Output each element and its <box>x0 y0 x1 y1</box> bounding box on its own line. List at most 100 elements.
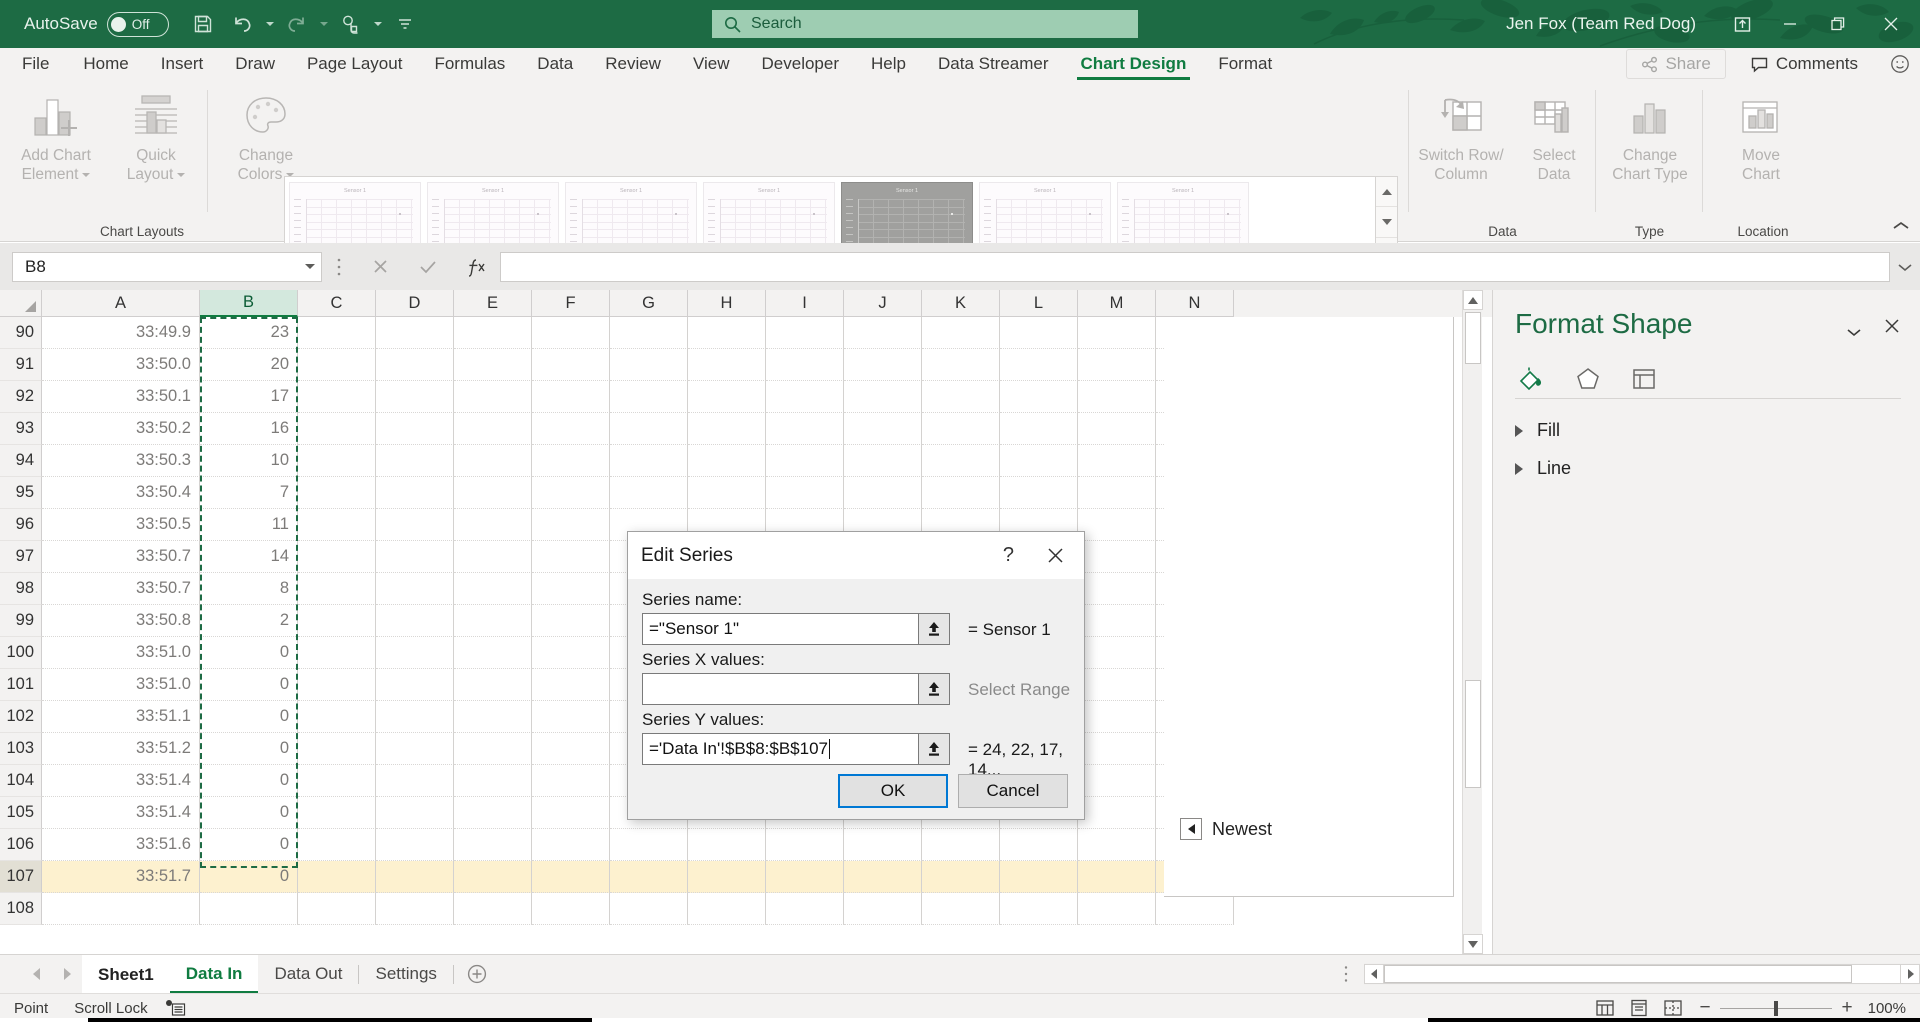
cell-H92[interactable] <box>688 381 766 413</box>
cell-G106[interactable] <box>610 829 688 861</box>
cell-C100[interactable] <box>298 637 376 669</box>
column-header-h[interactable]: H <box>688 290 766 317</box>
cell-E94[interactable] <box>454 445 532 477</box>
cell-L91[interactable] <box>1000 349 1078 381</box>
cell-J106[interactable] <box>844 829 922 861</box>
row-header-97[interactable]: 97 <box>0 541 42 573</box>
cell-C97[interactable] <box>298 541 376 573</box>
cell-A99[interactable]: 33:50.8 <box>42 605 200 637</box>
tab-developer[interactable]: Developer <box>746 48 856 80</box>
tab-view[interactable]: View <box>677 48 746 80</box>
tab-insert[interactable]: Insert <box>145 48 220 80</box>
cell-E96[interactable] <box>454 509 532 541</box>
cell-E92[interactable] <box>454 381 532 413</box>
cell-D98[interactable] <box>376 573 454 605</box>
cell-M107[interactable] <box>1078 861 1156 893</box>
cell-E103[interactable] <box>454 733 532 765</box>
series-y-input[interactable]: ='Data In'!$B$8:$B$107 <box>642 733 942 765</box>
grid-vertical-scrollbar[interactable] <box>1462 290 1483 954</box>
cell-E106[interactable] <box>454 829 532 861</box>
column-header-a[interactable]: A <box>42 290 200 317</box>
cell-F108[interactable] <box>532 893 610 925</box>
cell-H90[interactable] <box>688 317 766 349</box>
row-header-106[interactable]: 106 <box>0 829 42 861</box>
column-header-b[interactable]: B <box>200 290 298 317</box>
cell-C96[interactable] <box>298 509 376 541</box>
zoom-level-label[interactable]: 100% <box>1862 1000 1920 1017</box>
cell-A102[interactable]: 33:51.1 <box>42 701 200 733</box>
cell-M99[interactable] <box>1078 605 1156 637</box>
cell-M96[interactable] <box>1078 509 1156 541</box>
cell-B106[interactable]: 0 <box>200 829 298 861</box>
cell-M92[interactable] <box>1078 381 1156 413</box>
cell-G91[interactable] <box>610 349 688 381</box>
row-header-92[interactable]: 92 <box>0 381 42 413</box>
cell-F105[interactable] <box>532 797 610 829</box>
name-box-dropdown-icon[interactable] <box>305 264 315 269</box>
cell-D101[interactable] <box>376 669 454 701</box>
cell-L106[interactable] <box>1000 829 1078 861</box>
row-header-105[interactable]: 105 <box>0 797 42 829</box>
cell-C105[interactable] <box>298 797 376 829</box>
search-input[interactable]: Search <box>712 10 1138 38</box>
prev-sheet-icon[interactable] <box>22 955 52 994</box>
h-scroll-thumb[interactable] <box>1384 965 1852 983</box>
cell-D108[interactable] <box>376 893 454 925</box>
column-header-j[interactable]: J <box>844 290 922 317</box>
gallery-scroll-up-icon[interactable] <box>1376 177 1397 206</box>
cell-B108[interactable] <box>200 893 298 925</box>
row-header-91[interactable]: 91 <box>0 349 42 381</box>
cell-M91[interactable] <box>1078 349 1156 381</box>
sheet-bar-handle[interactable] <box>1328 965 1364 983</box>
row-header-98[interactable]: 98 <box>0 573 42 605</box>
cell-F102[interactable] <box>532 701 610 733</box>
cell-A90[interactable]: 33:49.9 <box>42 317 200 349</box>
cell-M95[interactable] <box>1078 477 1156 509</box>
cell-J108[interactable] <box>844 893 922 925</box>
cell-A103[interactable]: 33:51.2 <box>42 733 200 765</box>
tab-help[interactable]: Help <box>855 48 922 80</box>
cell-M104[interactable] <box>1078 765 1156 797</box>
scroll-thumb[interactable] <box>1465 312 1481 364</box>
cell-A106[interactable]: 33:51.6 <box>42 829 200 861</box>
chart-object[interactable] <box>1164 317 1454 897</box>
cell-K91[interactable] <box>922 349 1000 381</box>
cell-F97[interactable] <box>532 541 610 573</box>
cell-E102[interactable] <box>454 701 532 733</box>
tab-format[interactable]: Format <box>1202 48 1288 80</box>
cell-I91[interactable] <box>766 349 844 381</box>
dialog-close-button[interactable] <box>1045 545 1066 566</box>
cell-B97[interactable]: 14 <box>200 541 298 573</box>
cell-K95[interactable] <box>922 477 1000 509</box>
row-header-99[interactable]: 99 <box>0 605 42 637</box>
cell-D104[interactable] <box>376 765 454 797</box>
tab-home[interactable]: Home <box>67 48 144 80</box>
cell-E99[interactable] <box>454 605 532 637</box>
name-box[interactable]: B8 <box>12 251 322 282</box>
record-macro-icon[interactable] <box>164 999 186 1017</box>
column-header-e[interactable]: E <box>454 290 532 317</box>
comments-button[interactable]: Comments <box>1736 49 1872 79</box>
cell-A107[interactable]: 33:51.7 <box>42 861 200 893</box>
cell-E101[interactable] <box>454 669 532 701</box>
row-header-108[interactable]: 108 <box>0 893 42 925</box>
series-name-collapse-button[interactable] <box>918 613 950 645</box>
cell-B93[interactable]: 16 <box>200 413 298 445</box>
zoom-slider-handle[interactable] <box>1774 1000 1778 1016</box>
series-name-input[interactable]: ="Sensor 1" <box>642 613 942 645</box>
redo-icon[interactable] <box>277 4 317 44</box>
cell-F90[interactable] <box>532 317 610 349</box>
cell-K92[interactable] <box>922 381 1000 413</box>
expand-formula-bar-icon[interactable] <box>1890 262 1920 272</box>
insert-function-icon[interactable] <box>452 252 500 282</box>
tab-review[interactable]: Review <box>589 48 677 80</box>
column-header-k[interactable]: K <box>922 290 1000 317</box>
cell-D90[interactable] <box>376 317 454 349</box>
customize-qat-icon[interactable] <box>385 4 425 44</box>
cell-F91[interactable] <box>532 349 610 381</box>
cell-D95[interactable] <box>376 477 454 509</box>
cell-D97[interactable] <box>376 541 454 573</box>
scroll-thumb-lower[interactable] <box>1465 680 1481 788</box>
cell-M102[interactable] <box>1078 701 1156 733</box>
cell-I90[interactable] <box>766 317 844 349</box>
